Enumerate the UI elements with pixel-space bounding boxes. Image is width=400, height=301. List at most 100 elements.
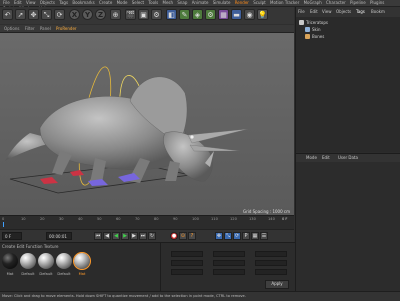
- material-swatch[interactable]: [56, 253, 72, 269]
- light-icon[interactable]: 💡: [257, 9, 268, 20]
- deformer-icon[interactable]: ▦: [218, 9, 229, 20]
- menu-animate[interactable]: Animate: [192, 0, 209, 6]
- position-y-field[interactable]: [171, 260, 203, 266]
- point-level-key-icon[interactable]: ▦: [251, 232, 259, 240]
- next-key-icon[interactable]: ▶: [130, 232, 138, 240]
- material-label: Default: [21, 272, 35, 276]
- foot-controller-red[interactable]: [40, 177, 58, 184]
- viewport-menu-panel[interactable]: Panel: [40, 25, 51, 32]
- objects-menu-view[interactable]: View: [322, 9, 332, 14]
- attributes-menu-mode[interactable]: Mode: [306, 155, 317, 160]
- camera-icon[interactable]: ◉: [244, 9, 255, 20]
- array-icon[interactable]: ⚙: [205, 9, 216, 20]
- go-to-end-icon[interactable]: ⏭: [139, 232, 147, 240]
- cube-icon[interactable]: ◧: [166, 9, 177, 20]
- size-y-field[interactable]: [213, 260, 245, 266]
- object-row[interactable]: Skin: [296, 26, 400, 33]
- viewport-menu-options[interactable]: Options: [4, 25, 19, 32]
- scale-key-icon[interactable]: ⤡: [224, 232, 232, 240]
- start-frame-field[interactable]: 0 F: [2, 232, 22, 240]
- material-swatch-selected[interactable]: [73, 252, 91, 270]
- position-z-field[interactable]: [171, 269, 203, 275]
- material-swatch[interactable]: [38, 253, 54, 269]
- subdivision-icon[interactable]: ◈: [192, 9, 203, 20]
- scale-icon[interactable]: ⤡: [41, 9, 52, 20]
- render-view-icon[interactable]: 🎬: [125, 9, 136, 20]
- attributes-menu-user-data[interactable]: User Data: [338, 155, 358, 160]
- rotate-icon[interactable]: ⟳: [54, 9, 65, 20]
- objects-menu-objects[interactable]: Objects: [336, 9, 351, 14]
- keyframe-selection-icon[interactable]: ?: [188, 232, 196, 240]
- object-name: Bones: [312, 34, 325, 39]
- size-x-field[interactable]: [213, 251, 245, 257]
- world-coordinate-icon[interactable]: ⊕: [110, 9, 121, 20]
- play-backward-icon[interactable]: ◀: [112, 232, 120, 240]
- floor-icon[interactable]: ▬: [231, 9, 242, 20]
- menu-tags[interactable]: Tags: [59, 0, 68, 6]
- rotation-key-icon[interactable]: ⟳: [233, 232, 241, 240]
- autokey-icon[interactable]: ⊙: [179, 232, 187, 240]
- parameter-key-icon[interactable]: P: [242, 232, 250, 240]
- apply-button[interactable]: Apply: [265, 280, 289, 289]
- size-z-field[interactable]: [213, 269, 245, 275]
- object-list: Triceratops Skin Bones: [296, 17, 400, 152]
- y-axis-button[interactable]: Y: [82, 9, 93, 20]
- render-settings-icon[interactable]: ⚙: [151, 9, 162, 20]
- current-time-field[interactable]: 00:00:01: [46, 232, 72, 240]
- menu-character[interactable]: Character: [326, 0, 346, 6]
- live-select-icon[interactable]: ➚: [15, 9, 26, 20]
- object-row[interactable]: Triceratops: [296, 19, 400, 26]
- menu-tools[interactable]: Tools: [148, 0, 158, 6]
- objects-menu-bookmarks[interactable]: Bookm: [371, 9, 385, 14]
- attributes-menu-edit[interactable]: Edit: [322, 155, 330, 160]
- rotation-b-field[interactable]: [255, 269, 287, 275]
- material-menu[interactable]: Create Edit Function Texture: [2, 244, 59, 249]
- menu-mode[interactable]: Mode: [117, 0, 128, 6]
- undo-icon[interactable]: ↶: [2, 9, 13, 20]
- rotation-p-field[interactable]: [255, 260, 287, 266]
- menu-bookmarks[interactable]: Bookmarks: [72, 0, 94, 6]
- viewport-menu-prorender[interactable]: ProRender: [56, 25, 77, 32]
- loop-icon[interactable]: ↻: [148, 232, 156, 240]
- menu-snap[interactable]: Snap: [177, 0, 187, 6]
- menu-render[interactable]: Render: [235, 0, 249, 6]
- timeline[interactable]: 0 10 20 30 40 50 60 70 80 90 100 110 120…: [0, 215, 294, 230]
- transport-bar: 0 F 00:00:01 ⏮ ◀ ◀ ▶ ▶ ⏭ ↻ ● ⊙ ? ✥ ⤡ ⟳ P…: [0, 229, 294, 243]
- go-to-start-icon[interactable]: ⏮: [94, 232, 102, 240]
- z-axis-button[interactable]: Z: [95, 9, 106, 20]
- move-icon[interactable]: ✥: [28, 9, 39, 20]
- position-x-field[interactable]: [171, 251, 203, 257]
- menu-simulate[interactable]: Simulate: [213, 0, 231, 6]
- record-keyframe-icon[interactable]: ●: [170, 232, 178, 240]
- position-key-icon[interactable]: ✥: [215, 232, 223, 240]
- menu-select[interactable]: Select: [132, 0, 144, 6]
- objects-menu-file[interactable]: File: [298, 9, 305, 14]
- current-frame-label: 0 F: [282, 217, 288, 221]
- rotation-h-field[interactable]: [255, 251, 287, 257]
- menu-sculpt[interactable]: Sculpt: [253, 0, 266, 6]
- pen-spline-icon[interactable]: ✎: [179, 9, 190, 20]
- render-picture-viewer-icon[interactable]: ▣: [138, 9, 149, 20]
- skin-object-icon: [305, 27, 310, 32]
- objects-menu-edit[interactable]: Edit: [310, 9, 318, 14]
- x-axis-button[interactable]: X: [69, 9, 80, 20]
- play-forward-icon[interactable]: ▶: [121, 232, 129, 240]
- menu-pipeline[interactable]: Pipeline: [350, 0, 366, 6]
- playhead[interactable]: [3, 222, 4, 227]
- material-label: Mat: [78, 272, 86, 276]
- menu-mesh[interactable]: Mesh: [163, 0, 174, 6]
- menu-create[interactable]: Create: [99, 0, 112, 6]
- viewport-menu-filter[interactable]: Filter: [25, 25, 35, 32]
- menu-motion-tracker[interactable]: Motion Tracker: [270, 0, 299, 6]
- menu-mograph[interactable]: MoGraph: [304, 0, 322, 6]
- previous-key-icon[interactable]: ◀: [103, 232, 111, 240]
- timeline-tick: 130: [249, 217, 256, 221]
- timeline-menu-icon[interactable]: ☰: [260, 232, 268, 240]
- material-swatch[interactable]: [20, 253, 36, 269]
- object-row[interactable]: Bones: [296, 33, 400, 40]
- menu-plugins[interactable]: Plugins: [370, 0, 384, 6]
- objects-menu-tags[interactable]: Tags: [356, 9, 365, 14]
- 3d-viewport[interactable]: Grid Spacing : 1000 cm: [0, 33, 294, 215]
- object-name: Triceratops: [306, 20, 329, 25]
- material-swatch[interactable]: [2, 253, 18, 269]
